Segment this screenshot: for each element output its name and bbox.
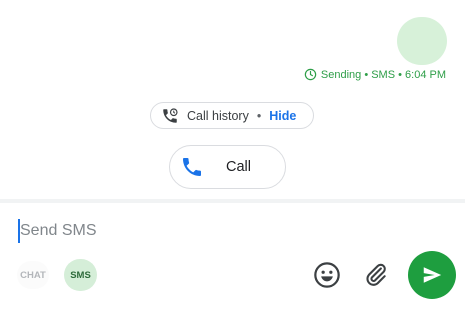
message-status-text: Sending • SMS • 6:04 PM xyxy=(320,68,446,81)
paperclip-icon xyxy=(366,263,386,286)
call-history-label: Call history xyxy=(187,108,249,123)
phone-history-icon xyxy=(163,107,178,123)
message-input[interactable]: Send SMS xyxy=(20,222,96,240)
call-button[interactable]: Call xyxy=(169,145,286,189)
send-icon xyxy=(423,267,442,283)
send-button[interactable] xyxy=(408,251,456,299)
compose-bar xyxy=(0,203,465,313)
call-history-pill[interactable]: Call history • Hide xyxy=(150,102,314,129)
emoji-button[interactable] xyxy=(313,261,341,289)
phone-icon xyxy=(183,158,201,176)
message-status: Sending • SMS • 6:04 PM xyxy=(304,68,446,81)
message-bubble[interactable] xyxy=(397,17,447,65)
separator-dot: • xyxy=(256,108,262,123)
sms-mode-chip[interactable]: SMS xyxy=(64,259,97,291)
clock-icon xyxy=(304,68,317,81)
chat-mode-chip[interactable]: CHAT xyxy=(17,261,49,289)
emoji-icon xyxy=(314,262,340,288)
attach-button[interactable] xyxy=(362,261,390,289)
call-button-label: Call xyxy=(226,159,251,175)
hide-link[interactable]: Hide xyxy=(269,109,296,123)
